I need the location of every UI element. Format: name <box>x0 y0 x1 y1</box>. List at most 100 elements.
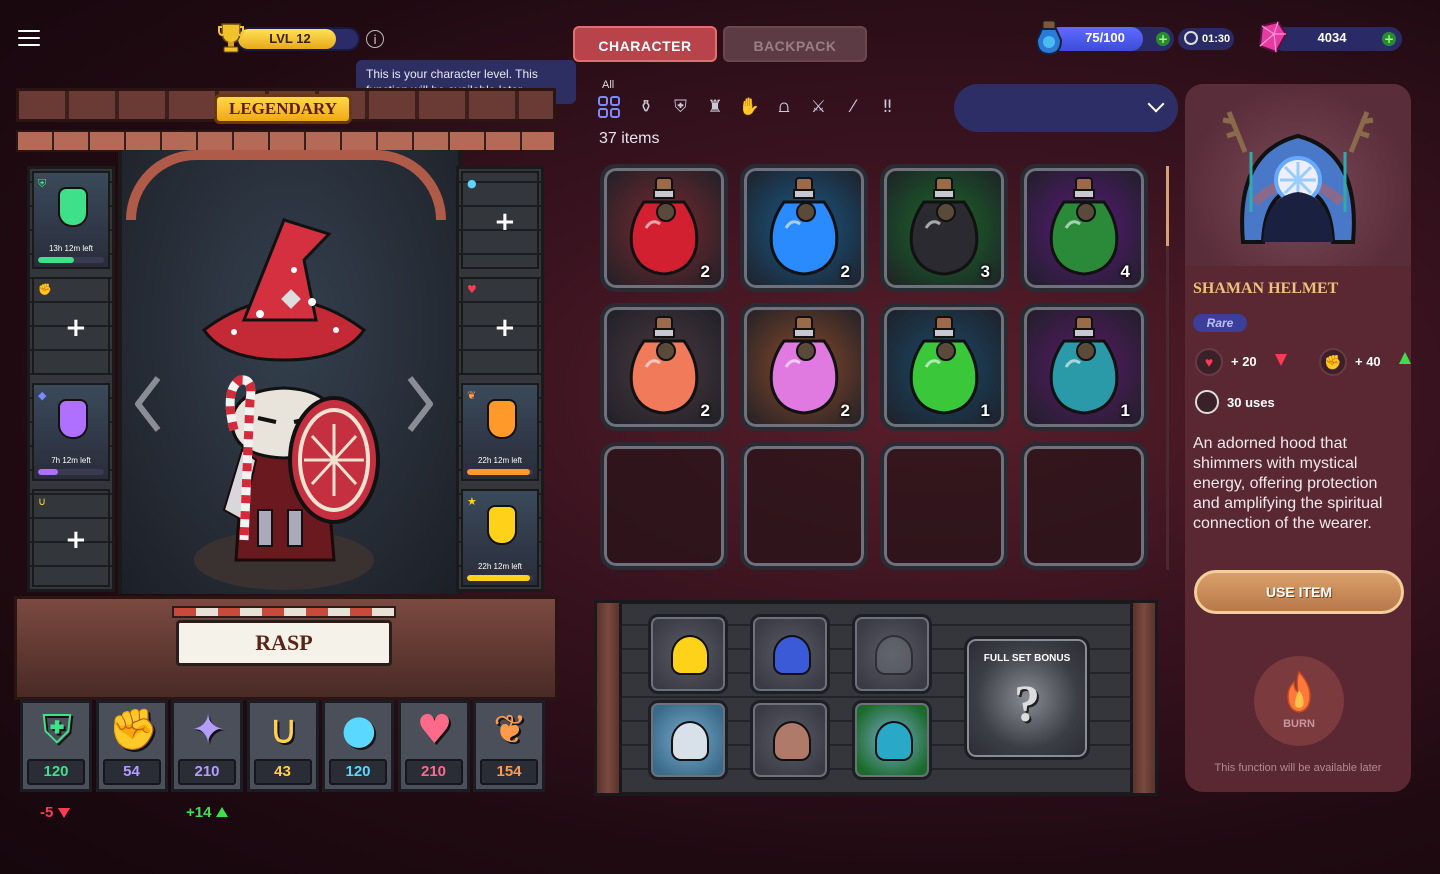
wand-icon[interactable]: ⁄ <box>842 96 864 118</box>
item-count: 2 <box>700 401 710 420</box>
set-piece-golden-helmet[interactable] <box>648 614 728 694</box>
stats-bar: ⛨ 120 ✊ 54 ✦ 210 ∪ 43 ● 120 ♥ 210 ❦ 154 <box>20 700 548 796</box>
round-shield-icon <box>773 721 811 761</box>
previous-character-arrow[interactable] <box>132 374 162 434</box>
tab-backpack[interactable]: BACKPACK <box>723 26 867 62</box>
gloves-icon[interactable]: ✋ <box>739 96 761 118</box>
boots-icon[interactable]: ⩍ <box>773 96 795 118</box>
left-equip-slot[interactable]: ✊ + <box>32 277 110 375</box>
set-piece-blue-armor[interactable] <box>750 614 830 694</box>
stat-agility: ❦ 154 <box>473 700 545 792</box>
slot-progress-fill <box>467 469 530 475</box>
equipped-potion-icon <box>487 399 517 439</box>
inventory-item-leaf-potion[interactable]: 1 <box>880 303 1008 431</box>
agility-value: 154 <box>480 759 538 785</box>
item-stat-health-value: + 20 <box>1231 354 1257 369</box>
character-name: RASP <box>176 620 392 666</box>
item-count: 2 <box>840 401 850 420</box>
character-sprite <box>194 218 380 590</box>
luck-icon: ∪ <box>268 707 299 753</box>
left-equip-slot[interactable]: ∪ + <box>32 489 110 587</box>
left-equip-slot[interactable]: ⛨ 13h 12m left <box>32 171 110 269</box>
slot-timer: 22h 12m left <box>477 562 523 571</box>
strength-value: 54 <box>102 759 161 785</box>
add-gems-button[interactable]: + <box>1382 32 1396 46</box>
strength-icon: ✊ <box>108 707 159 753</box>
inventory-empty-slot[interactable] <box>600 442 728 570</box>
use-item-button[interactable]: USE ITEM <box>1194 570 1404 614</box>
magic-icon: ✦ <box>191 707 225 753</box>
inventory-empty-slot[interactable] <box>1020 442 1148 570</box>
item-detail-panel: SHAMAN HELMET Rare ♥ + 20 ✊ + 40 30 uses… <box>1185 84 1411 792</box>
item-count: 3 <box>980 262 990 281</box>
inventory-empty-slot[interactable] <box>880 442 1008 570</box>
level-label: LVL 12 <box>269 31 311 46</box>
item-uses: 30 uses <box>1195 390 1275 414</box>
set-piece-silver-staff[interactable] <box>648 700 728 780</box>
item-stat-strength: ✊ + 40 <box>1319 348 1411 376</box>
tab-character[interactable]: CHARACTER <box>573 26 717 62</box>
lightbulb-icon: ● <box>467 177 477 190</box>
health-value: 210 <box>404 759 463 785</box>
left-equip-slot[interactable]: ◆ 7h 12m left <box>32 383 110 481</box>
right-equip-slot[interactable]: ♥ + <box>461 277 539 375</box>
stat-intellect: ● 120 <box>322 700 394 792</box>
burn-button[interactable]: BURN <box>1254 656 1344 746</box>
up-arrow-icon <box>1399 352 1411 364</box>
inventory-scrollbar-thumb[interactable] <box>1166 166 1169 246</box>
info-button[interactable]: i <box>366 30 384 48</box>
inventory-item-totem-potion[interactable]: 1 <box>1020 303 1148 431</box>
question-mark-icon: ? <box>1014 676 1040 733</box>
double-exclamation-icon[interactable]: ‼ <box>877 96 899 118</box>
slot-timer: 7h 12m left <box>51 456 91 465</box>
left-equip-column: ⛨ 13h 12m left ✊ + ◆ 7h 12m left ∪ + <box>27 166 115 592</box>
set-piece-gloves[interactable] <box>852 614 932 694</box>
inventory-item-shield-potion[interactable]: 4 <box>1020 164 1148 292</box>
function-later-note: This function will be available later <box>1214 762 1382 774</box>
engraved-ledge <box>16 130 556 152</box>
next-character-arrow[interactable] <box>406 374 436 434</box>
nameplate-rail <box>172 606 396 618</box>
inventory-item-rainbow-potion[interactable]: 2 <box>740 303 868 431</box>
silver-staff-icon <box>671 721 709 761</box>
add-energy-button[interactable]: + <box>1156 32 1170 46</box>
filter-all-label: All <box>602 79 615 91</box>
horseshoe-icon: ∪ <box>38 495 47 508</box>
slot-progress-fill <box>38 257 75 263</box>
menu-icon[interactable] <box>18 30 40 46</box>
inventory-empty-slot[interactable] <box>740 442 868 570</box>
potion-icon[interactable]: ⚱ <box>635 96 657 118</box>
slot-progress-bar <box>38 257 104 263</box>
inventory-item-fist-potion[interactable]: 3 <box>880 164 1008 292</box>
inventory-item-blue-potion[interactable]: 2 <box>740 164 868 292</box>
sort-dropdown[interactable] <box>954 84 1178 132</box>
energy-flask-icon <box>1035 20 1063 56</box>
filter-all-grid-icon[interactable] <box>598 96 620 118</box>
left-pillar <box>594 600 622 796</box>
full-set-bonus[interactable]: FULL SET BONUS ? <box>964 636 1090 760</box>
item-image <box>1185 84 1411 266</box>
gems-value: 4034 <box>1317 30 1347 45</box>
sword-icon[interactable]: ⚔ <box>808 96 830 118</box>
item-count: 1 <box>980 401 990 420</box>
burn-label: BURN <box>1283 718 1315 730</box>
right-equip-slot[interactable]: ● + <box>461 171 539 269</box>
trophy-icon <box>218 23 244 53</box>
right-equip-slot[interactable]: ★ 22h 12m left <box>461 489 539 587</box>
armor-icon[interactable]: ♜ <box>704 96 726 118</box>
item-name: SHAMAN HELMET <box>1193 280 1339 297</box>
inventory-item-heart-potion[interactable]: 2 <box>600 164 728 292</box>
blue-armor-icon <box>773 635 811 675</box>
right-equip-slot[interactable]: ❦ 22h 12m left <box>461 383 539 481</box>
fist-icon: ✊ <box>38 283 52 296</box>
add-slot-icon: + <box>65 313 87 343</box>
slot-progress-bar <box>467 575 533 581</box>
stopwatch-icon <box>1195 390 1219 414</box>
shield-badge-icon[interactable]: ⛨ <box>670 96 692 118</box>
set-piece-green-boots[interactable] <box>852 700 932 780</box>
set-piece-round-shield[interactable] <box>750 700 830 780</box>
item-stat-health: ♥ + 20 <box>1195 348 1305 376</box>
defense-icon: ⛨ <box>42 707 72 753</box>
down-arrow-icon <box>57 808 70 818</box>
inventory-item-wing-potion[interactable]: 2 <box>600 303 728 431</box>
